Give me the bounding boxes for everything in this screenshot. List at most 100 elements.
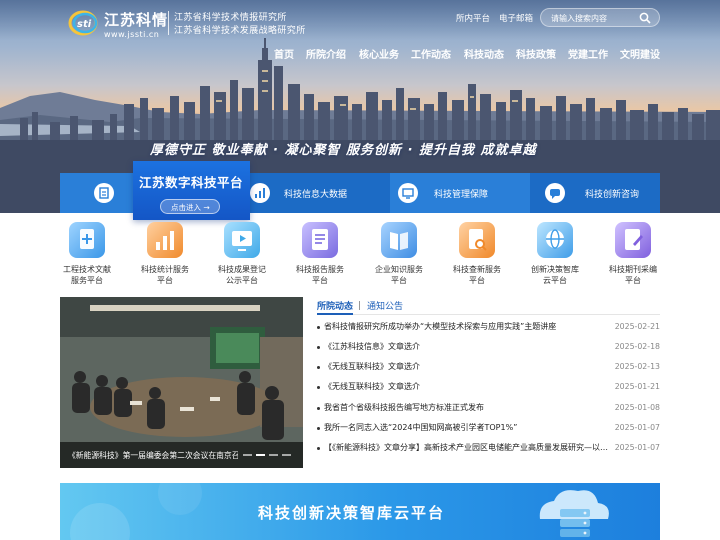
search-icon[interactable] <box>639 12 651 24</box>
news-title[interactable]: 【《新能源科技》文章分享】高新技术产业园区电储能产业高质量发展研究—以… <box>324 442 609 453</box>
service-management-tile[interactable]: 科技管理保障 <box>390 173 530 213</box>
platform-label: 平台 <box>625 276 641 285</box>
news-title[interactable]: 我省首个省级科技报告编写地方标准正式发布 <box>324 402 609 413</box>
photo-news-carousel[interactable]: 《新能源科技》第一届编委会第二次会议在南京召开 <box>60 297 303 468</box>
search-box <box>540 8 660 27</box>
platform-label: 科技期刊采编 <box>609 265 657 274</box>
platform-label: 科技统计服务 <box>141 265 189 274</box>
digital-platform-card[interactable]: 江苏数字科技平台 点击进入 → <box>133 161 250 220</box>
play-screen-icon <box>224 222 260 258</box>
platform-label: 公示平台 <box>226 276 258 285</box>
search-input[interactable] <box>551 12 637 24</box>
svg-text:sti: sti <box>77 19 92 30</box>
platform-think-tank[interactable]: 创新决策智库 云平台 <box>520 222 590 288</box>
news-item[interactable]: 《无线互联科技》文章选介 2025-01-21 <box>317 381 660 395</box>
document-plus-icon <box>69 222 105 258</box>
service-bigdata-label: 科技信息大数据 <box>284 190 348 200</box>
platform-reports[interactable]: 科技报告服务 平台 <box>285 222 355 288</box>
nav-work-news[interactable]: 工作动态 <box>411 46 451 61</box>
org-name-secondary: 江苏省科学技术发展战略研究所 <box>174 26 306 36</box>
tab-institute-news[interactable]: 所院动态 <box>317 299 353 312</box>
slide-dot[interactable] <box>282 454 291 456</box>
nav-about[interactable]: 所院介绍 <box>306 46 346 61</box>
nav-core-business[interactable]: 核心业务 <box>359 46 399 61</box>
nav-party-building[interactable]: 党建工作 <box>568 46 608 61</box>
news-date: 2025-02-18 <box>614 342 660 351</box>
news-date: 2025-01-07 <box>614 423 660 432</box>
news-item[interactable]: 我省首个省级科技报告编写地方标准正式发布 2025-01-08 <box>317 402 660 416</box>
news-item[interactable]: 我所一名同志入选“2024中国知网高被引学者TOP1%” 2025-01-07 <box>317 422 660 436</box>
banner-title: 科技创新决策智库云平台 <box>258 504 446 522</box>
platform-label: 科技报告服务 <box>296 265 344 274</box>
service-bigdata-tile[interactable]: 科技信息大数据 <box>250 173 390 213</box>
nav-tech-policy[interactable]: 科技政策 <box>516 46 556 61</box>
document-icon <box>94 183 114 203</box>
page: sti 江苏科情 www.jssti.cn 江苏省科学技术情报研究所 江苏省科学… <box>0 0 720 540</box>
news-item[interactable]: 《江苏科技信息》文章选介 2025-02-18 <box>317 341 660 355</box>
logo-url: www.jssti.cn <box>104 30 160 39</box>
platform-label: 云平台 <box>543 276 567 285</box>
news-item[interactable]: 【《新能源科技》文章分享】高新技术产业园区电储能产业高质量发展研究—以… 202… <box>317 442 660 456</box>
platform-journals[interactable]: 科技期刊采编 平台 <box>598 222 668 288</box>
photo-caption[interactable]: 《新能源科技》第一届编委会第二次会议在南京召开 <box>68 450 238 461</box>
platform-statistics[interactable]: 科技统计服务 平台 <box>130 222 200 288</box>
slide-dot[interactable] <box>269 454 278 456</box>
platform-achievements[interactable]: 科技成果登记 公示平台 <box>207 222 277 288</box>
tab-divider <box>317 314 660 315</box>
org-divider <box>168 11 169 35</box>
hero-slogan: 厚德守正 敬业奉献 · 凝心聚智 服务创新 · 提升自我 成就卓越 <box>150 143 537 158</box>
news-title[interactable]: 省科技情报研究所成功举办“大模型技术探索与应用实践”主题讲座 <box>324 321 609 332</box>
globe-icon <box>537 222 573 258</box>
news-date: 2025-01-07 <box>614 443 660 452</box>
bullet <box>317 447 320 450</box>
bullet <box>317 427 320 430</box>
slide-dot-active[interactable] <box>256 454 265 456</box>
think-tank-banner[interactable]: 科技创新决策智库云平台 <box>60 483 660 540</box>
news-title[interactable]: 《江苏科技信息》文章选介 <box>324 341 609 352</box>
news-date: 2025-02-13 <box>614 362 660 371</box>
platform-label: 平台 <box>391 276 407 285</box>
news-title[interactable]: 《无线互联科技》文章选介 <box>324 381 609 392</box>
platform-label: 平台 <box>312 276 328 285</box>
news-date: 2025-02-21 <box>614 322 660 331</box>
platform-enterprise-knowledge[interactable]: 企业知识服务 平台 <box>364 222 434 288</box>
platform-engineering-docs[interactable]: 工程技术文献 服务平台 <box>52 222 122 288</box>
tab-separator <box>359 301 360 310</box>
email-link[interactable]: 电子邮箱 <box>499 12 533 24</box>
platform-label: 平台 <box>469 276 485 285</box>
nav-home[interactable]: 首页 <box>274 46 294 61</box>
logo-title: 江苏科情 <box>104 11 169 29</box>
nav-civilization[interactable]: 文明建设 <box>620 46 660 61</box>
news-date: 2025-01-21 <box>614 382 660 391</box>
main-nav: 首页 所院介绍 核心业务 工作动态 科技动态 科技政策 党建工作 文明建设 <box>270 46 670 62</box>
news-title[interactable]: 《无线互联科技》文章选介 <box>324 361 609 372</box>
enter-button[interactable]: 点击进入 → <box>160 199 220 214</box>
news-item[interactable]: 省科技情报研究所成功举办“大模型技术探索与应用实践”主题讲座 2025-02-2… <box>317 321 660 335</box>
platform-label: 科技查新服务 <box>453 265 501 274</box>
stats-icon <box>147 222 183 258</box>
platform-novelty-search[interactable]: 科技查新服务 平台 <box>442 222 512 288</box>
caption-bar: 《新能源科技》第一届编委会第二次会议在南京召开 <box>60 442 303 468</box>
enter-button-label: 点击进入 → <box>171 203 210 212</box>
internal-platform-link[interactable]: 所内平台 <box>456 12 490 24</box>
service-consulting-label: 科技创新咨询 <box>585 190 640 200</box>
monitor-icon <box>398 183 418 203</box>
bullet <box>317 366 320 369</box>
edit-doc-icon <box>615 222 651 258</box>
news-title[interactable]: 我所一名同志入选“2024中国知网高被引学者TOP1%” <box>324 422 609 433</box>
tab-notices[interactable]: 通知公告 <box>367 299 403 312</box>
bullet <box>317 407 320 410</box>
report-icon <box>302 222 338 258</box>
site-logo[interactable]: sti 江苏科情 www.jssti.cn <box>68 8 168 40</box>
platform-label: 工程技术文献 <box>63 265 111 274</box>
service-docs-tile[interactable] <box>60 173 133 213</box>
nav-tech-news[interactable]: 科技动态 <box>464 46 504 61</box>
service-consulting-tile[interactable]: 科技创新咨询 <box>530 173 660 213</box>
news-item[interactable]: 《无线互联科技》文章选介 2025-02-13 <box>317 361 660 375</box>
book-icon <box>381 222 417 258</box>
platform-label: 科技成果登记 <box>218 265 266 274</box>
service-management-label: 科技管理保障 <box>434 190 489 200</box>
search-doc-icon <box>459 222 495 258</box>
platform-label: 企业知识服务 <box>375 265 423 274</box>
slide-dot[interactable] <box>243 454 252 456</box>
